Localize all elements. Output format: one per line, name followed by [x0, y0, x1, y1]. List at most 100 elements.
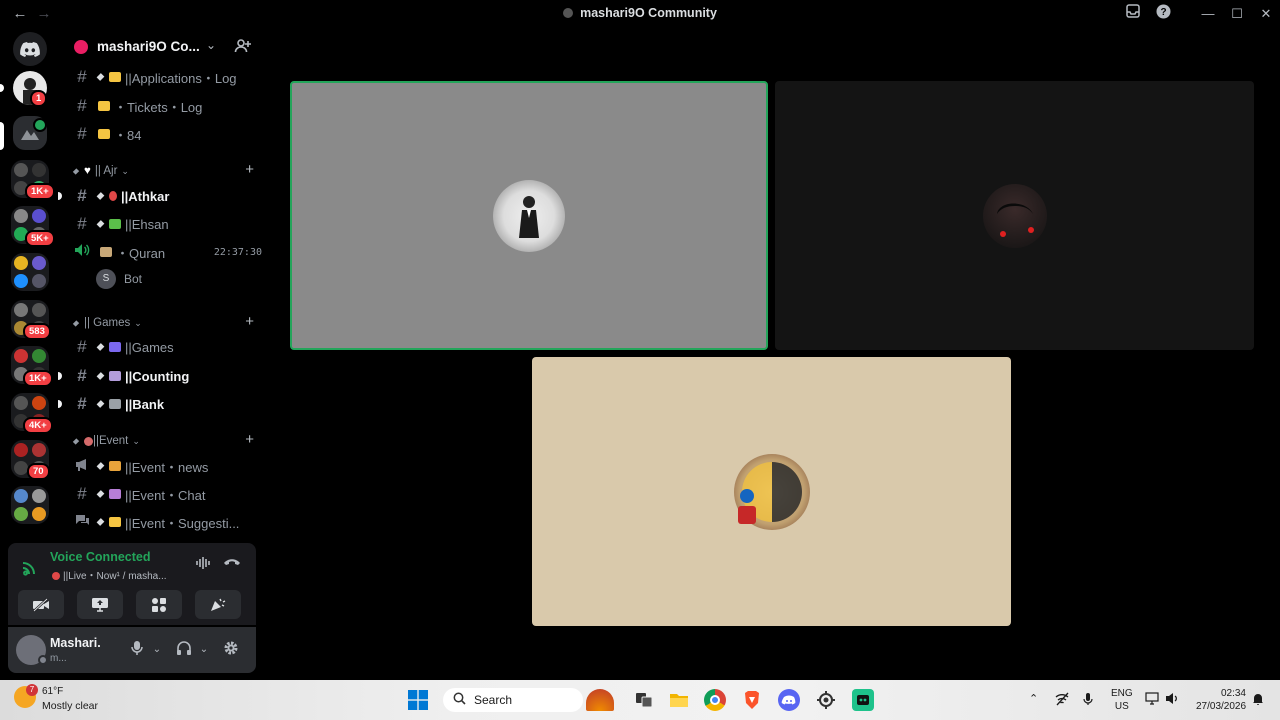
- channel-label: ・Tickets・Log: [114, 99, 203, 115]
- minimize-button[interactable]: —: [1196, 4, 1220, 24]
- channel-athkar[interactable]: # ||Athkar: [74, 184, 256, 208]
- hashtag-icon: #: [77, 366, 87, 385]
- server-folder-8[interactable]: [11, 486, 49, 524]
- live-dot-icon: [52, 572, 60, 580]
- chevron-down-icon: ⌄: [206, 38, 217, 52]
- channel-event-news[interactable]: ||Event・news: [74, 454, 256, 478]
- weather-description[interactable]: Mostly clear: [42, 700, 98, 712]
- close-button[interactable]: ✕: [1254, 4, 1278, 24]
- app-green-icon[interactable]: [852, 689, 874, 711]
- notification-bell-icon[interactable]: [1252, 692, 1264, 709]
- participant-tile[interactable]: [532, 357, 1011, 626]
- task-view-icon[interactable]: [633, 689, 655, 711]
- windows-start-icon[interactable]: [408, 690, 428, 710]
- guild-icon: [74, 40, 88, 54]
- disconnect-icon[interactable]: [222, 556, 242, 576]
- invite-people-icon[interactable]: [234, 37, 252, 55]
- participant-tile-speaking[interactable]: [290, 81, 768, 350]
- ticket-emoji-icon: [98, 101, 110, 111]
- category-ajr[interactable]: ♥ || Ajr ⌄ +: [72, 161, 254, 179]
- window-title: mashari9O Community: [0, 6, 1280, 20]
- hashtag-icon: #: [77, 484, 87, 503]
- channel-tickets-log[interactable]: # ・Tickets・Log: [74, 94, 256, 118]
- chrome-icon[interactable]: [704, 689, 726, 711]
- show-hidden-icons-chevron[interactable]: ⌃: [1029, 692, 1038, 705]
- channel-event-suggestions[interactable]: ||Event・Suggesti...: [74, 510, 256, 534]
- member-name: Bot: [124, 272, 143, 286]
- inbox-icon[interactable]: [1121, 4, 1145, 24]
- channel-applications-log[interactable]: # ||Applications・Log: [74, 65, 256, 89]
- channel-event-chat[interactable]: # ||Event・Chat: [74, 482, 256, 506]
- screen-share-button[interactable]: [77, 590, 123, 619]
- volume-icon[interactable]: [1165, 692, 1179, 708]
- diamond-icon: [96, 372, 105, 380]
- chevron-down-icon: ⌄: [134, 317, 142, 328]
- system-clock[interactable]: 02:34 27/03/2026: [1196, 687, 1246, 713]
- folder-2-badge: 5K+: [25, 230, 55, 247]
- discord-taskbar-icon[interactable]: [778, 689, 800, 711]
- folder-emoji-icon: [109, 72, 121, 82]
- voice-channel-path[interactable]: ||Live・Now¹ / masha...: [50, 567, 167, 582]
- dm-badge: 1: [30, 90, 48, 107]
- channel-bank[interactable]: # ||Bank: [74, 392, 256, 416]
- book-emoji-icon: [100, 247, 112, 257]
- channel-84[interactable]: # ・84: [74, 122, 256, 146]
- maximize-button[interactable]: ☐: [1225, 4, 1249, 24]
- participant-tile[interactable]: [775, 81, 1254, 350]
- brave-icon[interactable]: [741, 689, 763, 711]
- mic-options-chevron-icon[interactable]: ⌄: [147, 640, 167, 660]
- people-emoji-icon: [109, 461, 121, 471]
- weather-badge: 7: [26, 684, 38, 696]
- language-indicator[interactable]: ENG US: [1111, 687, 1133, 713]
- diamond-icon: [72, 319, 80, 327]
- channel-label: ||Applications・Log: [125, 70, 237, 86]
- voice-member-bot[interactable]: S Bot: [96, 268, 142, 290]
- channel-ehsan[interactable]: # ||Ehsan: [74, 212, 256, 236]
- unread-pill: [58, 192, 62, 200]
- add-channel-icon[interactable]: +: [245, 313, 254, 330]
- activities-button[interactable]: [136, 590, 182, 619]
- category-games[interactable]: || Games ⌄ +: [72, 313, 254, 331]
- channel-label: ・84: [114, 127, 142, 143]
- deafen-options-chevron-icon[interactable]: ⌄: [194, 640, 214, 660]
- diamond-icon: [96, 220, 105, 228]
- add-channel-icon[interactable]: +: [245, 161, 254, 178]
- add-channel-icon[interactable]: +: [245, 431, 254, 448]
- taskbar-search[interactable]: Search: [443, 688, 583, 712]
- folder-4-badge: 583: [23, 323, 51, 340]
- noise-suppression-icon[interactable]: [193, 556, 213, 576]
- voice-status[interactable]: Voice Connected: [50, 550, 150, 564]
- signal-icon[interactable]: [20, 557, 40, 577]
- settings-gear-icon[interactable]: [221, 640, 241, 660]
- voice-channel-quran[interactable]: ・Quran 22:37:30: [74, 240, 262, 264]
- soundboard-button[interactable]: [195, 590, 241, 619]
- server-folder-3[interactable]: [11, 253, 49, 291]
- bank-emoji-icon: [109, 399, 121, 409]
- folder-1-badge: 1K+: [25, 183, 55, 200]
- camera-off-button[interactable]: [18, 590, 64, 619]
- user-name[interactable]: Mashari.: [50, 636, 101, 650]
- category-event[interactable]: ||Event ⌄ +: [72, 431, 254, 449]
- window-title-text: mashari9O Community: [580, 6, 717, 20]
- help-icon[interactable]: ?: [1151, 4, 1175, 24]
- discord-home-icon[interactable]: [13, 32, 47, 66]
- numbers-emoji-icon: [109, 371, 121, 381]
- headphones-icon[interactable]: [174, 640, 194, 660]
- microphone-icon[interactable]: [127, 640, 147, 660]
- channel-games[interactable]: # ||Games: [74, 335, 256, 359]
- diamond-icon: [72, 437, 80, 445]
- microphone-tray-icon[interactable]: [1083, 692, 1093, 709]
- speaker-icon: [74, 242, 90, 262]
- file-explorer-icon[interactable]: [668, 689, 690, 711]
- folder-emoji-icon: [109, 517, 121, 527]
- steam-icon[interactable]: [815, 689, 837, 711]
- channel-label: ||Games: [125, 339, 174, 355]
- channel-counting[interactable]: # ||Counting: [74, 364, 256, 388]
- hashtag-icon: #: [77, 337, 87, 356]
- network-off-icon[interactable]: [1055, 692, 1069, 709]
- diamond-icon: [72, 167, 80, 175]
- widgets-sunset-icon[interactable]: [586, 689, 614, 711]
- guild-header[interactable]: mashari9O Co... ⌄: [60, 28, 263, 66]
- weather-temp[interactable]: 61°F: [42, 686, 63, 697]
- display-icon[interactable]: [1145, 692, 1159, 708]
